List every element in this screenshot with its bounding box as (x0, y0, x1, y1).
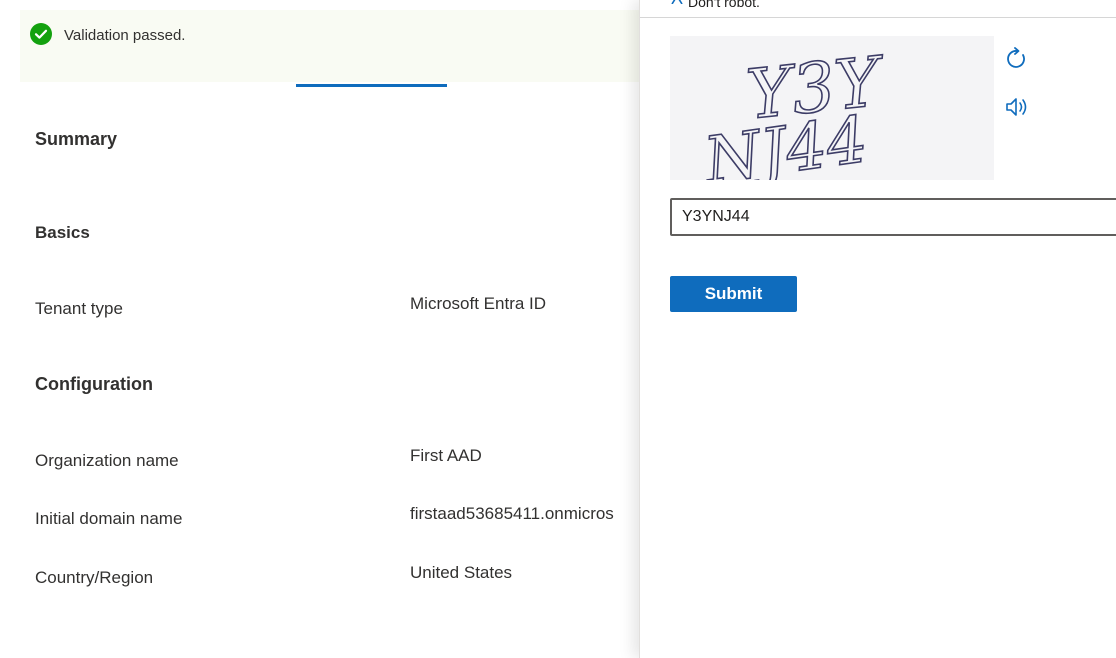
initial-domain-label: Initial domain name (35, 509, 183, 528)
validation-message: Validation passed. (64, 27, 186, 44)
review-page: Validation passed. Summary Basics Tenant… (0, 0, 640, 658)
configuration-heading: Configuration (35, 374, 153, 394)
captcha-panel: Don't robot. Y3Y NJ44 Submit (639, 0, 1116, 658)
basics-heading: Basics (35, 223, 90, 242)
organization-name-label: Organization name (35, 451, 179, 470)
submit-button[interactable]: Submit (670, 276, 797, 312)
captcha-image: Y3Y NJ44 (670, 36, 994, 180)
refresh-icon[interactable] (1004, 46, 1030, 72)
screen: Validation passed. Summary Basics Tenant… (0, 0, 1116, 658)
country-region-value: United States (410, 563, 513, 582)
tenant-type-label: Tenant type (35, 299, 123, 318)
check-circle-icon (30, 23, 52, 45)
summary-heading: Summary (35, 129, 118, 149)
panel-header-text: Don't robot. (688, 0, 760, 10)
validation-banner (20, 10, 640, 82)
organization-name-value: First AAD (410, 446, 482, 465)
speaker-icon[interactable] (1004, 94, 1032, 120)
country-region-label: Country/Region (35, 568, 154, 587)
active-tab-indicator (296, 84, 447, 87)
robot-icon (671, 0, 683, 4)
initial-domain-value: firstaad53685411.onmicros (410, 504, 614, 523)
captcha-input[interactable] (670, 198, 1116, 236)
tenant-type-value: Microsoft Entra ID (410, 294, 547, 313)
